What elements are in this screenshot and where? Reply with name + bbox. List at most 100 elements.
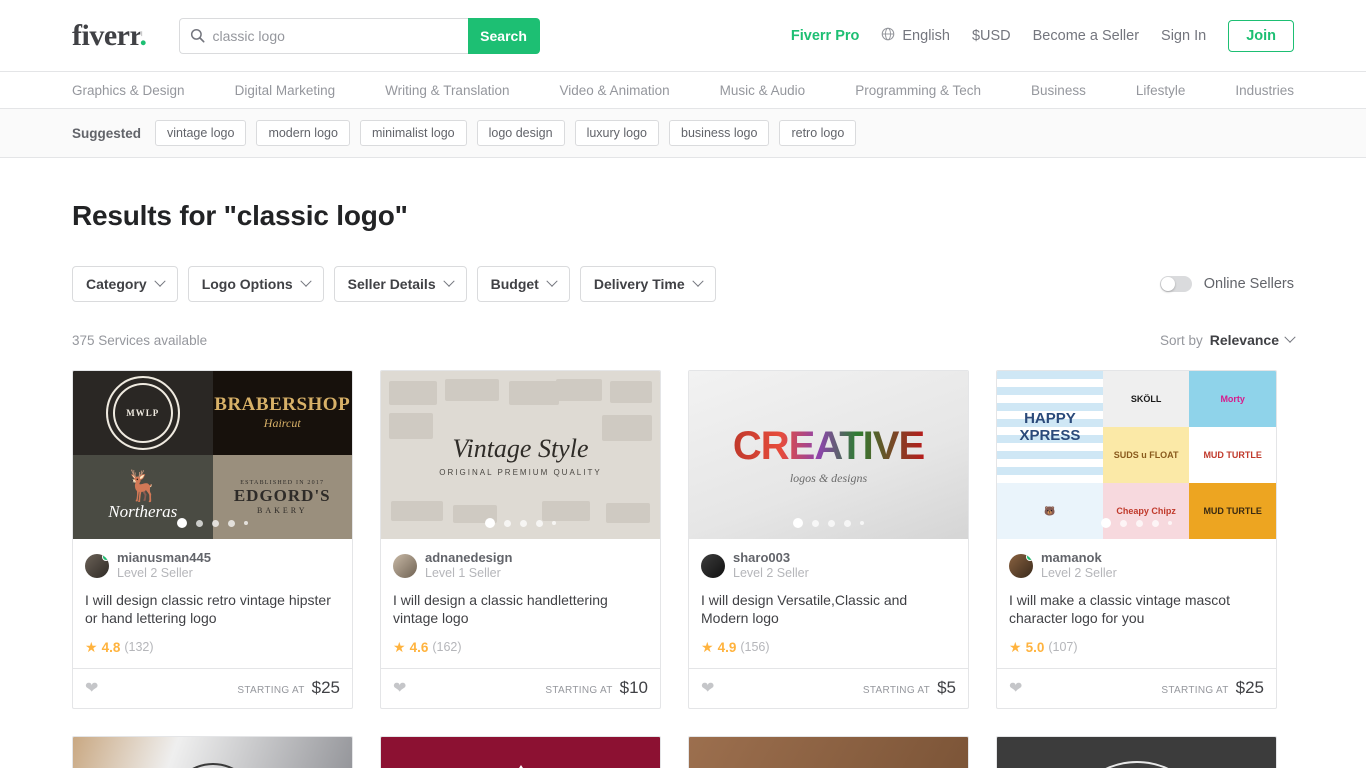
avatar[interactable] bbox=[85, 553, 109, 578]
suggested-chip-business-logo[interactable]: business logo bbox=[669, 120, 770, 146]
suggested-chip-logo-design[interactable]: logo design bbox=[476, 120, 565, 146]
seller-info[interactable]: sharo003 Level 2 Seller bbox=[701, 550, 956, 582]
filter-delivery-time[interactable]: Delivery Time bbox=[579, 266, 716, 302]
category-nav: Graphics & Design Digital Marketing Writ… bbox=[0, 72, 1366, 109]
carousel-dots[interactable] bbox=[997, 518, 1276, 528]
currency-selector[interactable]: $USD bbox=[972, 28, 1011, 44]
gig-thumbnail[interactable] bbox=[381, 736, 660, 768]
carousel-dots[interactable] bbox=[73, 518, 352, 528]
gig-card[interactable]: Vintage Style ORIGINAL PREMIUM QUALITY a… bbox=[380, 370, 661, 709]
gig-card[interactable]: AMERICAN-AMERICA bbox=[996, 735, 1277, 768]
carousel-dots[interactable] bbox=[381, 518, 660, 528]
seller-name[interactable]: mamanok bbox=[1041, 550, 1117, 566]
seller-info[interactable]: mamanok Level 2 Seller bbox=[1009, 550, 1264, 582]
thumb-tile-mud-turtle-1: MUD TURTLE bbox=[1189, 427, 1276, 483]
carousel-dot[interactable] bbox=[812, 519, 819, 527]
heart-icon[interactable]: ❤ bbox=[701, 678, 714, 698]
carousel-dot[interactable] bbox=[844, 519, 851, 527]
search-input[interactable] bbox=[212, 27, 458, 44]
carousel-dot[interactable] bbox=[536, 519, 543, 527]
avatar[interactable] bbox=[1009, 553, 1033, 578]
sort-by-dropdown[interactable]: Sort by Relevance bbox=[1160, 331, 1296, 348]
nav-item-digital-marketing[interactable]: Digital Marketing bbox=[235, 83, 336, 98]
carousel-dot[interactable] bbox=[504, 519, 511, 527]
filter-category[interactable]: Category bbox=[72, 266, 178, 302]
carousel-dot[interactable] bbox=[212, 519, 219, 527]
carousel-dot[interactable] bbox=[552, 521, 556, 525]
join-button[interactable]: Join bbox=[1228, 19, 1294, 52]
nav-item-industries[interactable]: Industries bbox=[1235, 83, 1294, 98]
carousel-dot[interactable] bbox=[485, 518, 495, 528]
carousel-dot[interactable] bbox=[520, 519, 527, 527]
gig-card[interactable]: HAPPY XPRESS SKÖLL Morty SUDS u FLOAT MU… bbox=[996, 370, 1277, 709]
seller-name[interactable]: adnanedesign bbox=[425, 550, 512, 566]
thumb-sub-text: logos & designs bbox=[789, 471, 868, 485]
online-sellers-toggle[interactable] bbox=[1159, 276, 1192, 292]
nav-item-business[interactable]: Business bbox=[1031, 83, 1086, 98]
gig-title[interactable]: I will design a classic handlettering vi… bbox=[393, 591, 648, 628]
gig-card[interactable]: PARIS bbox=[72, 735, 353, 768]
carousel-dot[interactable] bbox=[1168, 521, 1172, 525]
suggested-chip-luxury-logo[interactable]: luxury logo bbox=[574, 120, 660, 146]
rating-value: 5.0 bbox=[1025, 639, 1045, 655]
heart-icon[interactable]: ❤ bbox=[1009, 678, 1022, 698]
carousel-dot[interactable] bbox=[860, 521, 864, 525]
suggested-chip-retro-logo[interactable]: retro logo bbox=[779, 120, 857, 146]
logo-text: fiverr bbox=[72, 18, 140, 52]
carousel-dot[interactable] bbox=[244, 521, 248, 525]
gig-image-carousel[interactable]: MWLP BRABERSHOP Haircut 🦌 Northeras ESTA… bbox=[73, 371, 352, 539]
gig-image-carousel[interactable]: CREATIVE logos & designs bbox=[689, 371, 968, 539]
gig-card[interactable] bbox=[380, 735, 661, 768]
seller-info[interactable]: mianusman445 Level 2 Seller bbox=[85, 550, 340, 582]
gig-title[interactable]: I will design classic retro vintage hips… bbox=[85, 591, 340, 628]
gig-thumbnail[interactable]: AMERICAN-AMERICA bbox=[997, 736, 1276, 768]
sign-in-link[interactable]: Sign In bbox=[1161, 28, 1206, 44]
heart-icon[interactable]: ❤ bbox=[393, 678, 406, 698]
search-button[interactable]: Search bbox=[467, 17, 540, 54]
carousel-dot[interactable] bbox=[793, 518, 803, 528]
carousel-dot[interactable] bbox=[1152, 519, 1159, 527]
carousel-dots[interactable] bbox=[689, 518, 968, 528]
heart-icon[interactable]: ❤ bbox=[85, 678, 98, 698]
seller-info[interactable]: adnanedesign Level 1 Seller bbox=[393, 550, 648, 582]
gig-image-carousel[interactable]: Vintage Style ORIGINAL PREMIUM QUALITY bbox=[381, 371, 660, 539]
starting-at-label: STARTING AT bbox=[237, 685, 305, 697]
search-input-wrapper[interactable] bbox=[178, 17, 468, 54]
seller-name[interactable]: sharo003 bbox=[733, 550, 809, 566]
carousel-dot[interactable] bbox=[1101, 518, 1111, 528]
gig-thumbnail[interactable] bbox=[689, 736, 968, 768]
gig-card[interactable]: MWLP BRABERSHOP Haircut 🦌 Northeras ESTA… bbox=[72, 370, 353, 709]
fiverr-pro-link[interactable]: Fiverr Pro bbox=[791, 28, 860, 44]
carousel-dot[interactable] bbox=[177, 518, 187, 528]
seller-name[interactable]: mianusman445 bbox=[117, 550, 211, 566]
filter-seller-details[interactable]: Seller Details bbox=[333, 266, 467, 302]
gig-title[interactable]: I will make a classic vintage mascot cha… bbox=[1009, 591, 1264, 628]
nav-item-writing-translation[interactable]: Writing & Translation bbox=[385, 83, 509, 98]
filter-budget[interactable]: Budget bbox=[476, 266, 570, 302]
nav-item-programming-tech[interactable]: Programming & Tech bbox=[855, 83, 981, 98]
gig-title[interactable]: I will design Versatile,Classic and Mode… bbox=[701, 591, 956, 628]
avatar[interactable] bbox=[393, 553, 417, 578]
carousel-dot[interactable] bbox=[228, 519, 235, 527]
nav-item-video-animation[interactable]: Video & Animation bbox=[560, 83, 670, 98]
nav-item-music-audio[interactable]: Music & Audio bbox=[720, 83, 806, 98]
avatar[interactable] bbox=[701, 553, 725, 578]
gig-thumbnail[interactable]: PARIS bbox=[73, 736, 352, 768]
carousel-dot[interactable] bbox=[1136, 519, 1143, 527]
nav-item-graphics-design[interactable]: Graphics & Design bbox=[72, 83, 185, 98]
gig-image-carousel[interactable]: HAPPY XPRESS SKÖLL Morty SUDS u FLOAT MU… bbox=[997, 371, 1276, 539]
nav-item-lifestyle[interactable]: Lifestyle bbox=[1136, 83, 1186, 98]
fiverr-logo[interactable]: fiverr. bbox=[72, 18, 147, 52]
carousel-dot[interactable] bbox=[1120, 519, 1127, 527]
gig-card[interactable] bbox=[688, 735, 969, 768]
become-a-seller-link[interactable]: Become a Seller bbox=[1033, 28, 1139, 44]
carousel-dot[interactable] bbox=[196, 519, 203, 527]
filter-logo-options[interactable]: Logo Options bbox=[187, 266, 324, 302]
thumb-main-text: PARIS bbox=[167, 762, 258, 768]
gig-card[interactable]: CREATIVE logos & designs sharo003 Level bbox=[688, 370, 969, 709]
language-selector[interactable]: English bbox=[881, 27, 950, 45]
suggested-chip-minimalist-logo[interactable]: minimalist logo bbox=[359, 120, 467, 146]
suggested-chip-vintage-logo[interactable]: vintage logo bbox=[155, 120, 247, 146]
carousel-dot[interactable] bbox=[828, 519, 835, 527]
suggested-chip-modern-logo[interactable]: modern logo bbox=[256, 120, 350, 146]
